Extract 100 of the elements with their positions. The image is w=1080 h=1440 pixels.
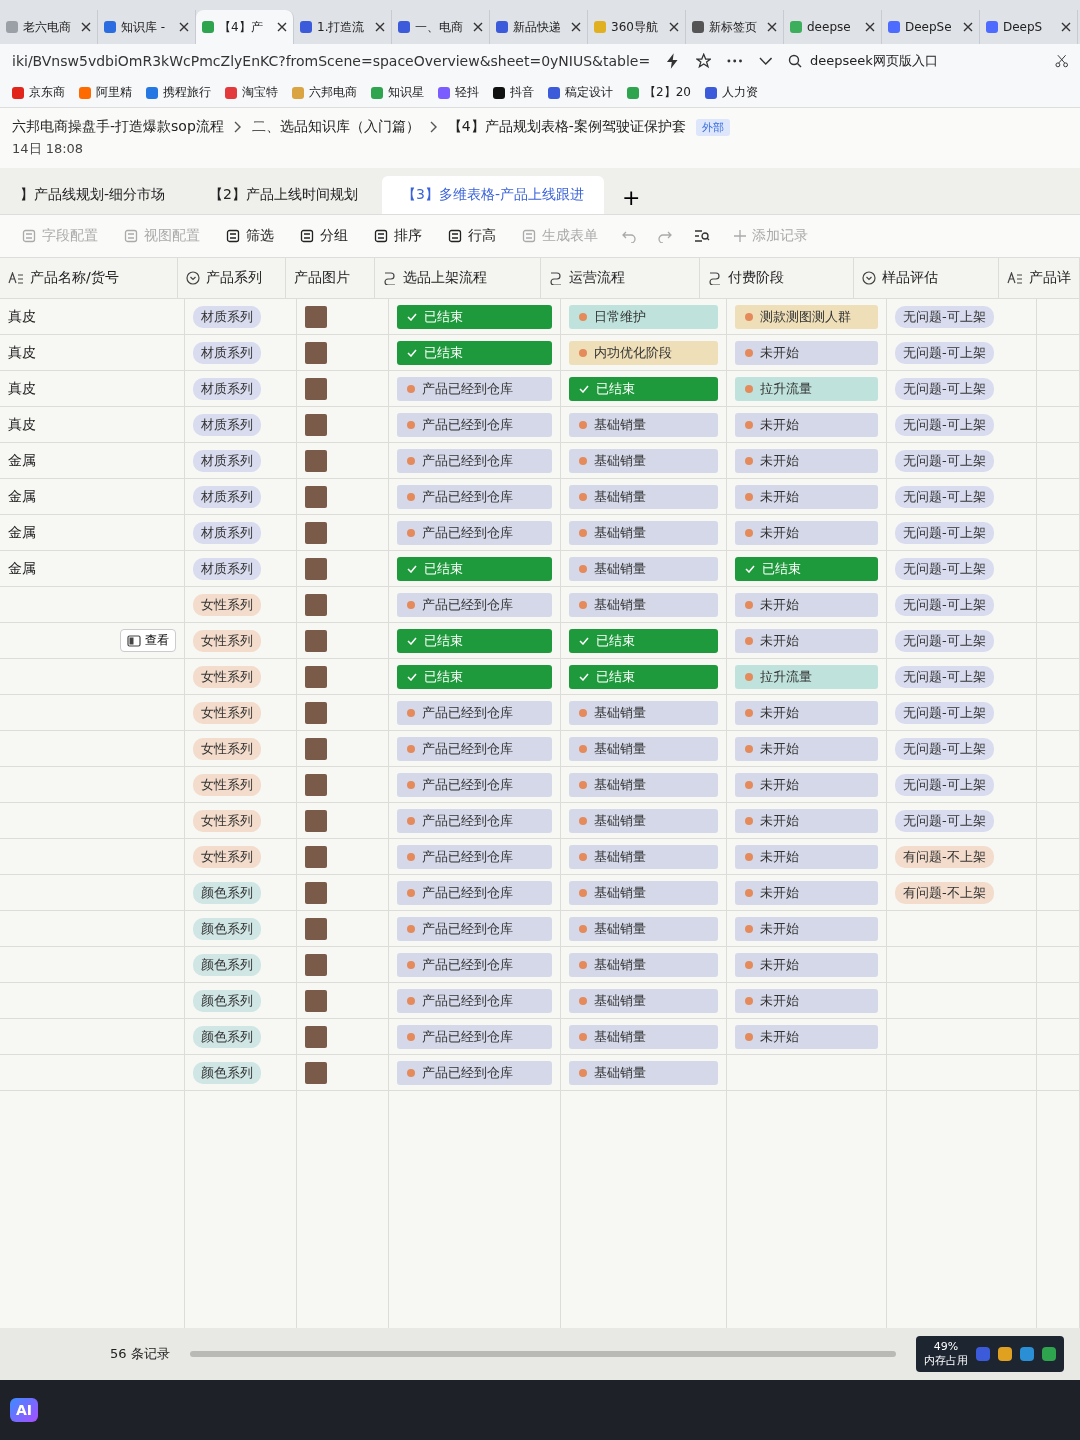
bookmark-link[interactable]: 抖音 bbox=[493, 84, 534, 101]
row-height-button[interactable]: 行高 bbox=[446, 225, 498, 247]
lightning-icon[interactable] bbox=[666, 53, 680, 69]
status-tag: 基础销量 bbox=[569, 412, 718, 437]
dot-icon bbox=[579, 456, 587, 465]
status-tag: 产品已经到仓库 bbox=[397, 484, 552, 509]
status-tag: 已结束 bbox=[569, 664, 718, 689]
dot-icon bbox=[745, 600, 753, 609]
series-tag: 女性系列 bbox=[193, 809, 261, 832]
star-icon[interactable] bbox=[695, 53, 712, 69]
search-field[interactable]: deepseek网页版入口 bbox=[788, 52, 1039, 70]
bookmark-link[interactable]: 京东商 bbox=[12, 84, 65, 101]
series-tag: 颜色系列 bbox=[193, 1025, 261, 1048]
bookmark-link[interactable]: 淘宝特 bbox=[225, 84, 278, 101]
sheet-tab[interactable]: 【2】产品上线时间规划 bbox=[189, 176, 378, 214]
photo-placeholder bbox=[305, 449, 327, 472]
text-field-icon bbox=[8, 272, 24, 284]
close-icon[interactable] bbox=[1061, 22, 1071, 32]
close-icon[interactable] bbox=[571, 22, 581, 32]
status-tag: 产品已经到仓库 bbox=[397, 376, 552, 401]
status-tag: 日常维护 bbox=[569, 304, 718, 329]
dot-icon bbox=[579, 564, 587, 573]
dot-icon bbox=[579, 420, 587, 429]
status-tag: 产品已经到仓库 bbox=[397, 916, 552, 941]
status-tag: 未开始 bbox=[735, 1024, 878, 1049]
photo-placeholder bbox=[305, 845, 327, 868]
filter-button[interactable]: 筛选 bbox=[224, 225, 276, 247]
close-icon[interactable] bbox=[669, 22, 679, 32]
bookmark-link[interactable]: 稿定设计 bbox=[548, 84, 613, 101]
address-field[interactable]: iki/BVnsw5vdbiOmR3kWcPmcZlyEnKC?fromScene=spaceOverview&sheet=0yNIUS&table= bbox=[12, 53, 651, 69]
dot-icon bbox=[745, 1032, 753, 1041]
status-tag: 已结束 bbox=[569, 376, 718, 401]
status-tag: 未开始 bbox=[735, 628, 878, 653]
dot-icon bbox=[579, 1068, 587, 1077]
evaluation-tag: 无问题-可上架 bbox=[895, 485, 994, 508]
sheet-tab[interactable]: 【3】多维表格-产品上线跟进 bbox=[382, 176, 604, 214]
close-icon[interactable] bbox=[81, 22, 91, 32]
evaluation-tag: 无问题-可上架 bbox=[895, 701, 994, 724]
breadcrumb-link[interactable]: 【4】产品规划表格-案例驾驶证保护套 bbox=[447, 118, 686, 136]
sort-button[interactable]: 排序 bbox=[372, 225, 424, 247]
bookmark-link[interactable]: 【2】20 bbox=[627, 84, 691, 101]
status-tag: 未开始 bbox=[735, 772, 878, 797]
memory-label: 内存占用 bbox=[924, 1353, 968, 1368]
bookmark-link[interactable]: 六邦电商 bbox=[292, 84, 357, 101]
breadcrumb-link[interactable]: 二、选品知识库（入门篇） bbox=[251, 118, 420, 136]
dot-icon bbox=[407, 816, 415, 825]
check-icon bbox=[579, 384, 589, 393]
dot-icon bbox=[745, 960, 753, 969]
close-icon[interactable] bbox=[375, 22, 385, 32]
check-icon bbox=[407, 636, 417, 645]
close-icon[interactable] bbox=[767, 22, 777, 32]
status-tag: 已结束 bbox=[397, 628, 552, 653]
photo-placeholder bbox=[305, 989, 327, 1012]
dot-icon bbox=[407, 1068, 415, 1077]
status-tag: 产品已经到仓库 bbox=[397, 952, 552, 977]
status-tag: 已结束 bbox=[397, 340, 552, 365]
bookmark-link[interactable]: 轻抖 bbox=[438, 84, 479, 101]
search-icon[interactable] bbox=[694, 229, 710, 243]
bookmark-link[interactable]: 人力资 bbox=[704, 84, 758, 101]
dot-icon bbox=[579, 528, 587, 537]
photo-placeholder bbox=[305, 1025, 327, 1048]
check-icon bbox=[407, 312, 417, 321]
status-tag: 基础销量 bbox=[569, 880, 718, 905]
series-tag: 材质系列 bbox=[193, 449, 261, 472]
group-button[interactable]: 分组 bbox=[298, 225, 350, 247]
bookmark-link[interactable]: 携程旅行 bbox=[146, 84, 211, 101]
tray-app-icon[interactable] bbox=[1020, 1347, 1034, 1361]
scissors-icon[interactable] bbox=[1054, 54, 1068, 68]
photo-placeholder bbox=[305, 953, 327, 976]
close-icon[interactable] bbox=[963, 22, 973, 32]
close-icon[interactable] bbox=[865, 22, 875, 32]
browser-tab[interactable]: 【4】产 bbox=[196, 10, 294, 44]
more-icon[interactable] bbox=[727, 58, 743, 64]
photo-placeholder bbox=[305, 341, 327, 364]
dot-icon bbox=[579, 492, 587, 501]
bookmark-link[interactable]: 阿里精 bbox=[79, 84, 132, 101]
evaluation-tag: 无问题-可上架 bbox=[895, 305, 994, 328]
bookmark-link[interactable]: 知识星 bbox=[371, 84, 424, 101]
scrollbar[interactable] bbox=[189, 1351, 896, 1357]
photo-placeholder bbox=[305, 629, 327, 652]
add-sheet-button[interactable]: + bbox=[607, 181, 655, 214]
column-title: 产品图片 bbox=[294, 269, 351, 287]
tray-app-icon[interactable] bbox=[998, 1347, 1012, 1361]
close-icon[interactable] bbox=[179, 22, 189, 32]
tray-app-icon[interactable] bbox=[1042, 1347, 1056, 1361]
status-tag: 未开始 bbox=[735, 844, 878, 869]
check-icon bbox=[407, 672, 417, 681]
breadcrumb-link[interactable]: 六邦电商操盘手-打造爆款sop流程 bbox=[12, 118, 224, 136]
close-icon[interactable] bbox=[473, 22, 483, 32]
chevron-down-icon[interactable] bbox=[758, 57, 772, 65]
dot-icon bbox=[407, 492, 415, 501]
status-tag: 产品已经到仓库 bbox=[397, 880, 552, 905]
table-cell: 金属 bbox=[8, 451, 36, 470]
close-icon[interactable] bbox=[277, 22, 287, 32]
view-button[interactable]: 查看 bbox=[120, 629, 176, 652]
status-tag: 已结束 bbox=[569, 628, 718, 653]
status-tag: 基础销量 bbox=[569, 952, 718, 977]
dot-icon bbox=[407, 600, 415, 609]
sheet-tab[interactable]: 】产品线规划-细分市场 bbox=[0, 176, 186, 214]
ai-app-icon[interactable]: AI bbox=[10, 1398, 39, 1422]
